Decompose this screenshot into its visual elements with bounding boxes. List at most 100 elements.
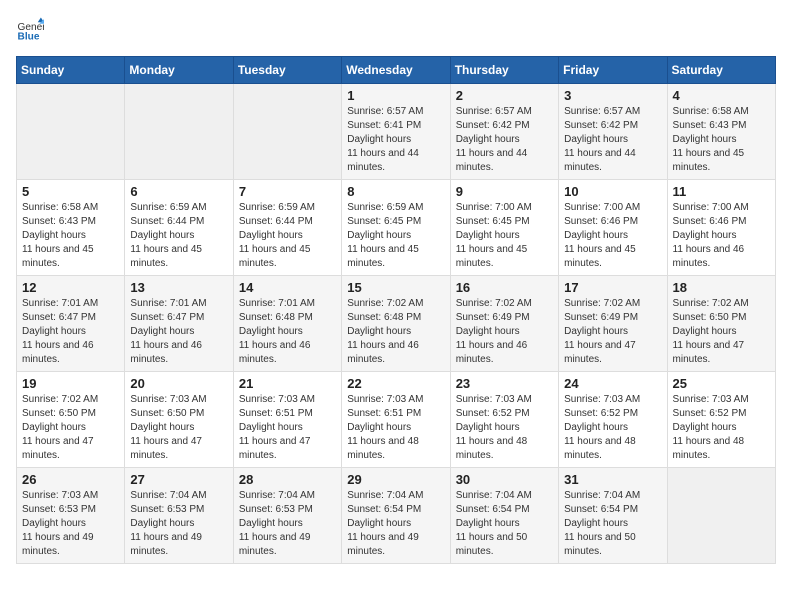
day-info: Sunrise: 7:04 AM Sunset: 6:54 PM Dayligh…: [456, 489, 553, 559]
day-info: Sunrise: 6:57 AM Sunset: 6:42 PM Dayligh…: [456, 105, 553, 175]
calendar-cell: 18 Sunrise: 7:02 AM Sunset: 6:50 PM Dayl…: [667, 276, 775, 372]
calendar-week-5: 26 Sunrise: 7:03 AM Sunset: 6:53 PM Dayl…: [17, 468, 776, 564]
day-number: 14: [239, 280, 336, 295]
calendar-week-1: 1 Sunrise: 6:57 AM Sunset: 6:41 PM Dayli…: [17, 84, 776, 180]
day-number: 24: [564, 376, 661, 391]
day-number: 3: [564, 88, 661, 103]
calendar-cell: 3 Sunrise: 6:57 AM Sunset: 6:42 PM Dayli…: [559, 84, 667, 180]
calendar-cell: 23 Sunrise: 7:03 AM Sunset: 6:52 PM Dayl…: [450, 372, 558, 468]
calendar-table: SundayMondayTuesdayWednesdayThursdayFrid…: [16, 56, 776, 564]
day-info: Sunrise: 7:02 AM Sunset: 6:50 PM Dayligh…: [673, 297, 770, 367]
calendar-cell: [233, 84, 341, 180]
day-number: 19: [22, 376, 119, 391]
day-info: Sunrise: 7:02 AM Sunset: 6:48 PM Dayligh…: [347, 297, 444, 367]
day-info: Sunrise: 7:03 AM Sunset: 6:52 PM Dayligh…: [673, 393, 770, 463]
day-number: 8: [347, 184, 444, 199]
day-info: Sunrise: 7:03 AM Sunset: 6:53 PM Dayligh…: [22, 489, 119, 559]
calendar-cell: 19 Sunrise: 7:02 AM Sunset: 6:50 PM Dayl…: [17, 372, 125, 468]
header-tuesday: Tuesday: [233, 57, 341, 84]
day-info: Sunrise: 7:00 AM Sunset: 6:46 PM Dayligh…: [673, 201, 770, 271]
calendar-cell: 22 Sunrise: 7:03 AM Sunset: 6:51 PM Dayl…: [342, 372, 450, 468]
calendar-week-4: 19 Sunrise: 7:02 AM Sunset: 6:50 PM Dayl…: [17, 372, 776, 468]
calendar-cell: 29 Sunrise: 7:04 AM Sunset: 6:54 PM Dayl…: [342, 468, 450, 564]
header-sunday: Sunday: [17, 57, 125, 84]
calendar-week-2: 5 Sunrise: 6:58 AM Sunset: 6:43 PM Dayli…: [17, 180, 776, 276]
day-number: 27: [130, 472, 227, 487]
day-number: 17: [564, 280, 661, 295]
day-number: 20: [130, 376, 227, 391]
day-number: 6: [130, 184, 227, 199]
calendar-week-3: 12 Sunrise: 7:01 AM Sunset: 6:47 PM Dayl…: [17, 276, 776, 372]
calendar-cell: 1 Sunrise: 6:57 AM Sunset: 6:41 PM Dayli…: [342, 84, 450, 180]
calendar-cell: 20 Sunrise: 7:03 AM Sunset: 6:50 PM Dayl…: [125, 372, 233, 468]
day-info: Sunrise: 6:57 AM Sunset: 6:41 PM Dayligh…: [347, 105, 444, 175]
calendar-cell: 9 Sunrise: 7:00 AM Sunset: 6:45 PM Dayli…: [450, 180, 558, 276]
day-info: Sunrise: 7:02 AM Sunset: 6:49 PM Dayligh…: [564, 297, 661, 367]
day-info: Sunrise: 7:04 AM Sunset: 6:54 PM Dayligh…: [347, 489, 444, 559]
calendar-cell: 28 Sunrise: 7:04 AM Sunset: 6:53 PM Dayl…: [233, 468, 341, 564]
calendar-cell: 16 Sunrise: 7:02 AM Sunset: 6:49 PM Dayl…: [450, 276, 558, 372]
day-number: 21: [239, 376, 336, 391]
day-info: Sunrise: 7:03 AM Sunset: 6:51 PM Dayligh…: [239, 393, 336, 463]
day-number: 31: [564, 472, 661, 487]
day-info: Sunrise: 7:02 AM Sunset: 6:50 PM Dayligh…: [22, 393, 119, 463]
day-info: Sunrise: 6:58 AM Sunset: 6:43 PM Dayligh…: [22, 201, 119, 271]
calendar-cell: [125, 84, 233, 180]
header-thursday: Thursday: [450, 57, 558, 84]
calendar-cell: [667, 468, 775, 564]
calendar-cell: 6 Sunrise: 6:59 AM Sunset: 6:44 PM Dayli…: [125, 180, 233, 276]
day-info: Sunrise: 7:04 AM Sunset: 6:54 PM Dayligh…: [564, 489, 661, 559]
calendar-cell: 8 Sunrise: 6:59 AM Sunset: 6:45 PM Dayli…: [342, 180, 450, 276]
day-info: Sunrise: 7:00 AM Sunset: 6:45 PM Dayligh…: [456, 201, 553, 271]
day-number: 15: [347, 280, 444, 295]
day-number: 18: [673, 280, 770, 295]
calendar-cell: 10 Sunrise: 7:00 AM Sunset: 6:46 PM Dayl…: [559, 180, 667, 276]
svg-text:Blue: Blue: [18, 31, 40, 42]
header-wednesday: Wednesday: [342, 57, 450, 84]
day-number: 9: [456, 184, 553, 199]
day-info: Sunrise: 7:04 AM Sunset: 6:53 PM Dayligh…: [239, 489, 336, 559]
calendar-cell: 17 Sunrise: 7:02 AM Sunset: 6:49 PM Dayl…: [559, 276, 667, 372]
calendar-cell: 27 Sunrise: 7:04 AM Sunset: 6:53 PM Dayl…: [125, 468, 233, 564]
header-monday: Monday: [125, 57, 233, 84]
day-number: 5: [22, 184, 119, 199]
day-number: 1: [347, 88, 444, 103]
day-info: Sunrise: 7:04 AM Sunset: 6:53 PM Dayligh…: [130, 489, 227, 559]
day-number: 11: [673, 184, 770, 199]
day-number: 13: [130, 280, 227, 295]
calendar-cell: 11 Sunrise: 7:00 AM Sunset: 6:46 PM Dayl…: [667, 180, 775, 276]
day-number: 26: [22, 472, 119, 487]
day-number: 4: [673, 88, 770, 103]
day-number: 7: [239, 184, 336, 199]
day-info: Sunrise: 6:59 AM Sunset: 6:44 PM Dayligh…: [130, 201, 227, 271]
calendar-cell: 24 Sunrise: 7:03 AM Sunset: 6:52 PM Dayl…: [559, 372, 667, 468]
calendar-cell: 5 Sunrise: 6:58 AM Sunset: 6:43 PM Dayli…: [17, 180, 125, 276]
day-number: 2: [456, 88, 553, 103]
calendar-cell: 21 Sunrise: 7:03 AM Sunset: 6:51 PM Dayl…: [233, 372, 341, 468]
calendar-cell: 25 Sunrise: 7:03 AM Sunset: 6:52 PM Dayl…: [667, 372, 775, 468]
calendar-cell: 12 Sunrise: 7:01 AM Sunset: 6:47 PM Dayl…: [17, 276, 125, 372]
day-number: 28: [239, 472, 336, 487]
header-friday: Friday: [559, 57, 667, 84]
calendar-cell: 13 Sunrise: 7:01 AM Sunset: 6:47 PM Dayl…: [125, 276, 233, 372]
calendar-header-row: SundayMondayTuesdayWednesdayThursdayFrid…: [17, 57, 776, 84]
header-saturday: Saturday: [667, 57, 775, 84]
day-number: 23: [456, 376, 553, 391]
page-header: General Blue: [16, 16, 776, 44]
day-info: Sunrise: 7:03 AM Sunset: 6:51 PM Dayligh…: [347, 393, 444, 463]
calendar-cell: 4 Sunrise: 6:58 AM Sunset: 6:43 PM Dayli…: [667, 84, 775, 180]
calendar-cell: 7 Sunrise: 6:59 AM Sunset: 6:44 PM Dayli…: [233, 180, 341, 276]
day-info: Sunrise: 6:59 AM Sunset: 6:44 PM Dayligh…: [239, 201, 336, 271]
day-info: Sunrise: 7:03 AM Sunset: 6:52 PM Dayligh…: [456, 393, 553, 463]
logo-icon: General Blue: [16, 16, 44, 44]
day-info: Sunrise: 7:00 AM Sunset: 6:46 PM Dayligh…: [564, 201, 661, 271]
calendar-cell: 2 Sunrise: 6:57 AM Sunset: 6:42 PM Dayli…: [450, 84, 558, 180]
calendar-cell: [17, 84, 125, 180]
day-info: Sunrise: 7:02 AM Sunset: 6:49 PM Dayligh…: [456, 297, 553, 367]
calendar-cell: 26 Sunrise: 7:03 AM Sunset: 6:53 PM Dayl…: [17, 468, 125, 564]
calendar-cell: 31 Sunrise: 7:04 AM Sunset: 6:54 PM Dayl…: [559, 468, 667, 564]
day-info: Sunrise: 7:03 AM Sunset: 6:52 PM Dayligh…: [564, 393, 661, 463]
day-number: 12: [22, 280, 119, 295]
day-number: 25: [673, 376, 770, 391]
logo: General Blue: [16, 16, 48, 44]
